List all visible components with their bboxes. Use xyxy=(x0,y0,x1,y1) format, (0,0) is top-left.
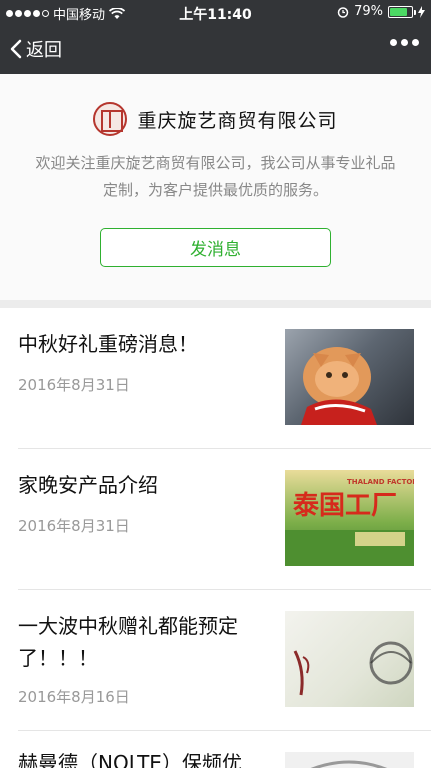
status-bar: 中国移动 上午11:40 79% xyxy=(0,0,431,26)
account-profile: 重庆旋艺商贸有限公司 欢迎关注重庆旋艺商贸有限公司，我公司从事专业礼品定制，为客… xyxy=(0,74,431,300)
battery-fill xyxy=(390,7,407,16)
charging-icon xyxy=(418,5,425,18)
banner-title: 泰国工厂 xyxy=(293,491,397,521)
ink-painting xyxy=(293,641,413,696)
chevron-left-icon xyxy=(10,39,22,59)
article-title: 中秋好礼重磅消息！ xyxy=(18,332,198,356)
article-title: 一大波中秋赠礼都能预定了！！！ xyxy=(18,614,238,670)
article-item[interactable]: 一大波中秋赠礼都能预定了！！！ 2016年8月16日 xyxy=(0,590,431,731)
nav-bar: 返回 xyxy=(0,26,431,74)
company-logo xyxy=(93,102,128,136)
battery-percent: 79% xyxy=(354,4,383,19)
article-thumbnail: 泰国工厂 THALAND FACTORY xyxy=(285,470,414,566)
article-thumbnail xyxy=(285,752,414,768)
article-date: 2016年8月16日 xyxy=(18,688,130,706)
article-thumbnail xyxy=(285,611,414,707)
send-message-button[interactable]: 发消息 xyxy=(100,228,331,267)
more-dot-icon xyxy=(390,39,397,46)
thailand-factory-banner: 泰国工厂 THALAND FACTORY xyxy=(285,478,414,566)
product-photo xyxy=(310,760,388,768)
back-label: 返回 xyxy=(26,40,62,61)
article-thumbnail xyxy=(285,329,414,425)
company-name: 重庆旋艺商贸有限公司 xyxy=(137,109,338,132)
more-dot-icon xyxy=(401,39,408,46)
cat-photo xyxy=(301,347,377,425)
article-title: 家晚安产品介绍 xyxy=(18,473,158,497)
article-item[interactable]: 中秋好礼重磅消息！ 2016年8月31日 xyxy=(0,308,431,449)
article-title: 赫曼德（NOLTE）保频优 xyxy=(18,751,242,768)
section-separator xyxy=(0,300,431,308)
article-date: 2016年8月31日 xyxy=(18,517,130,535)
profile-header: 重庆旋艺商贸有限公司 xyxy=(0,102,431,136)
banner-subtitle: THALAND FACTORY xyxy=(347,478,414,486)
alarm-icon xyxy=(337,6,349,18)
company-description: 欢迎关注重庆旋艺商贸有限公司，我公司从事专业礼品定制，为客户提供最优质的服务。 xyxy=(35,154,396,199)
more-dot-icon xyxy=(412,39,419,46)
article-item[interactable]: 家晚安产品介绍 2016年8月31日 泰国工厂 THALAND FACTORY xyxy=(0,449,431,590)
more-button[interactable] xyxy=(390,39,419,46)
back-button[interactable]: 返回 xyxy=(10,36,62,62)
status-right: 79% xyxy=(337,4,425,19)
battery-icon xyxy=(388,5,416,18)
article-date: 2016年8月31日 xyxy=(18,376,130,394)
article-item[interactable]: 赫曼德（NOLTE）保频优 xyxy=(0,731,431,768)
